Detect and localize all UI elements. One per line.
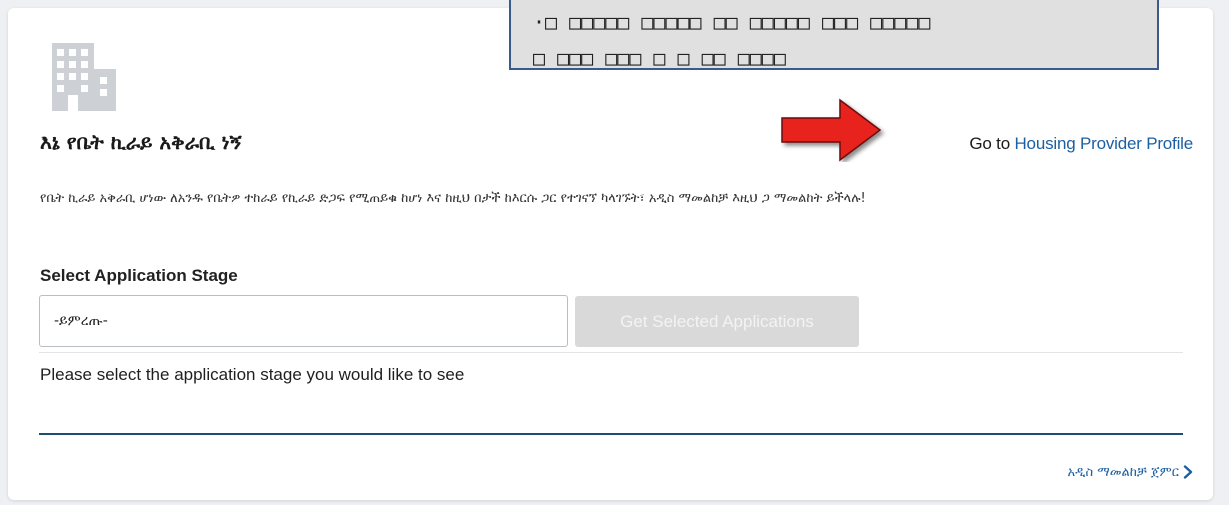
divider xyxy=(39,352,1183,353)
annotation-line-2: □ □□□ □□□ □ □ □□ □□□□ xyxy=(533,46,786,70)
provider-link-row: Go to Housing Provider Profile xyxy=(969,134,1193,154)
housing-provider-profile-link[interactable]: Housing Provider Profile xyxy=(1014,134,1193,153)
provider-link-prefix: Go to xyxy=(969,134,1015,153)
application-stage-select[interactable]: -ይምረጡ- xyxy=(39,295,568,347)
main-card: እኔ የቤት ኪራይ አቅራቢ ነኝ Go to Housing Provide… xyxy=(8,8,1213,500)
section-divider xyxy=(39,433,1183,435)
red-arrow-icon xyxy=(781,98,882,162)
get-selected-applications-button[interactable]: Get Selected Applications xyxy=(575,296,859,347)
building-icon xyxy=(52,43,116,111)
chevron-right-icon[interactable] xyxy=(1183,465,1193,479)
start-new-application-link[interactable]: አዲስ ማመልከቻ ጀምር xyxy=(1068,465,1179,480)
annotation-callout: ·□ □□□□□ □□□□□ □□ □□□□□ □□□ □□□□□ □ □□□ … xyxy=(509,0,1159,70)
instruction-text: Please select the application stage you … xyxy=(40,365,465,384)
annotation-line-1: ·□ □□□□□ □□□□□ □□ □□□□□ □□□ □□□□□ xyxy=(533,10,931,34)
description-text: የቤት ኪራይ አቅራቢ ሆነው ለአንዱ የቤትዎ ተከራይ የኪራይ ድጋፍ… xyxy=(40,191,866,206)
stage-select-label: Select Application Stage xyxy=(40,266,238,285)
page-title: እኔ የቤት ኪራይ አቅራቢ ነኝ xyxy=(40,130,242,154)
